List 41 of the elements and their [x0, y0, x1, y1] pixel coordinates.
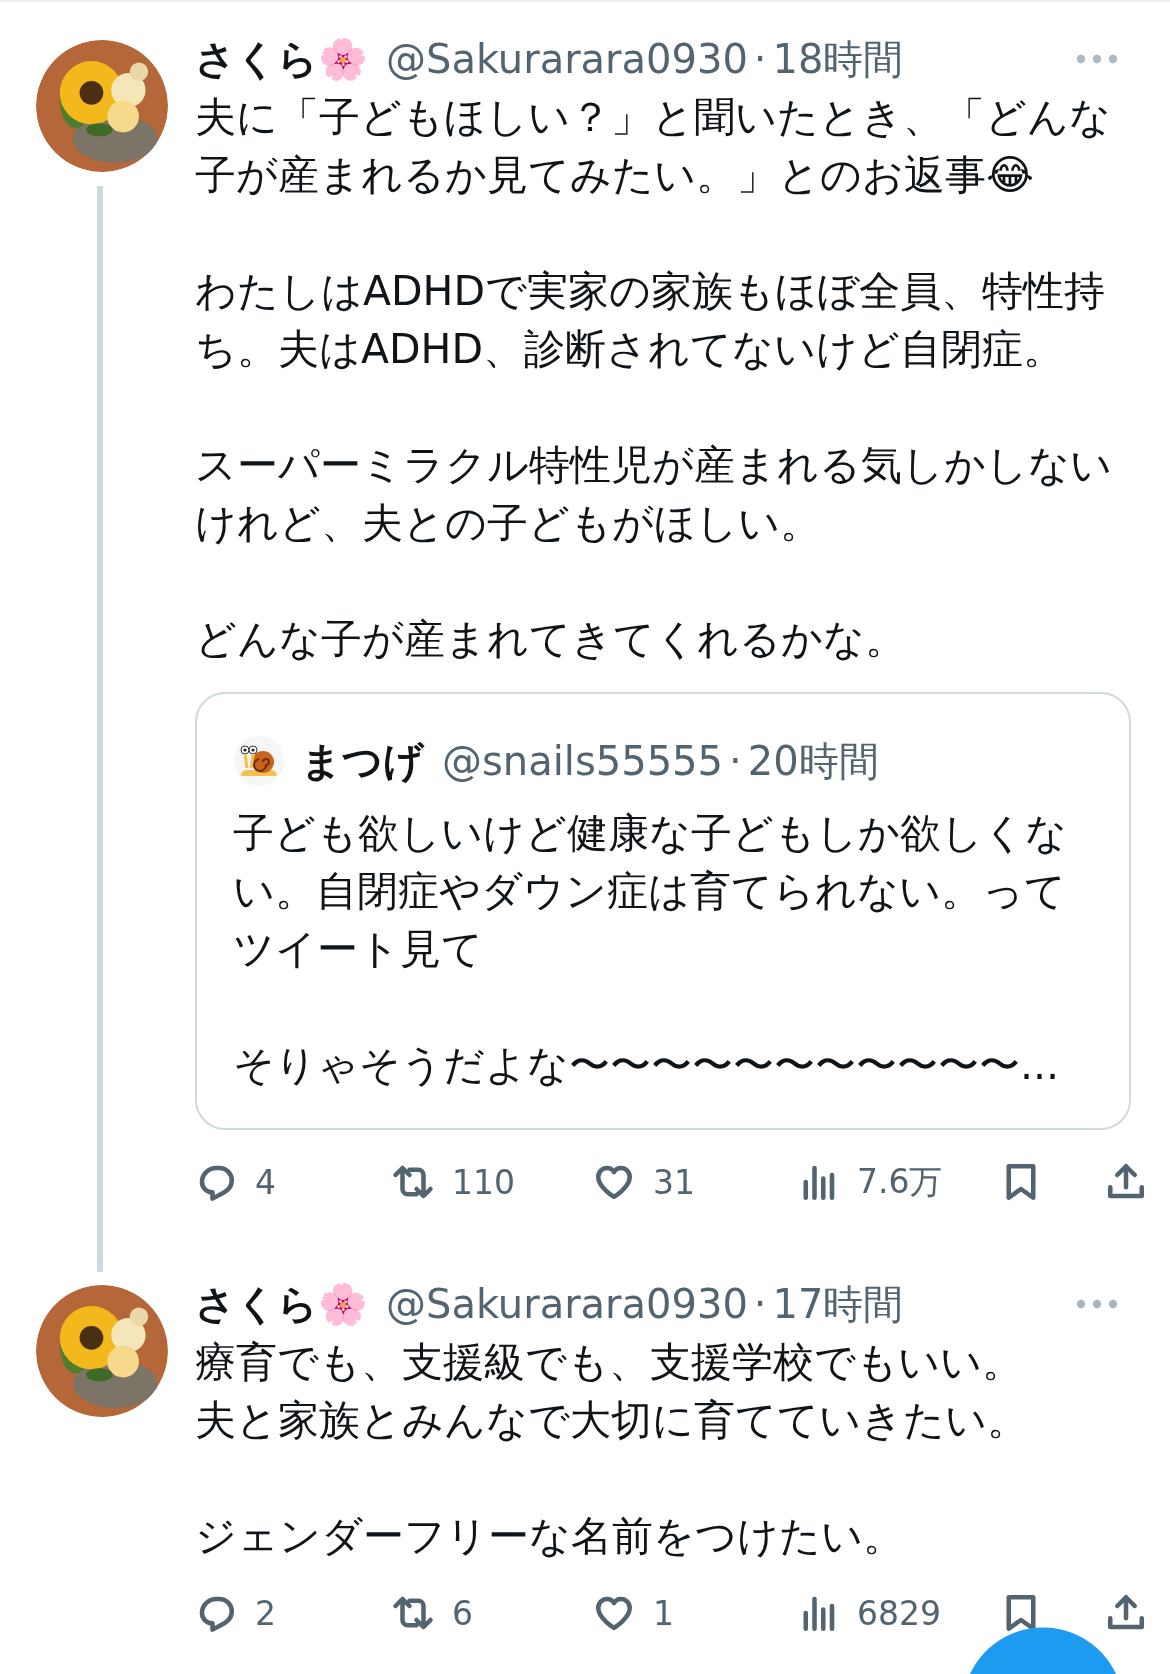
user-name[interactable]: さくら🌸 — [195, 1276, 368, 1332]
action-count: 7.6万 — [857, 1160, 943, 1203]
views-button[interactable]: 6829 — [797, 1592, 941, 1634]
action-count: 2 — [255, 1593, 276, 1633]
snail-icon — [233, 735, 285, 787]
like-button[interactable]: 1 — [593, 1592, 674, 1634]
like-button[interactable]: 31 — [593, 1161, 695, 1203]
action-count: 6829 — [857, 1593, 941, 1633]
tweet-text: そりゃそうだよな〜〜〜〜〜〜〜〜〜〜〜... — [233, 1040, 1061, 1091]
views-button[interactable]: 7.6万 — [797, 1159, 943, 1205]
more-icon — [1076, 1299, 1118, 1309]
action-count: 31 — [653, 1162, 695, 1202]
action-count: 4 — [255, 1162, 276, 1202]
timestamp[interactable]: 17時間 — [772, 1276, 904, 1332]
action-count: 110 — [452, 1162, 515, 1202]
user-handle[interactable]: @Sakurarara0930 — [386, 1281, 748, 1327]
tweet-text: 夫に「子どもほしい？」と聞いたとき、「どんな子が産まれるか見てみたい。」とのお返事😂 — [195, 92, 1112, 201]
separator-dot: · — [753, 36, 767, 82]
retweet-button[interactable]: 6 — [392, 1592, 473, 1634]
user-handle[interactable]: @snails55555 — [442, 738, 723, 784]
tweet-text: 夫と家族とみんなで大切に育てていきたい。 — [195, 1395, 1029, 1446]
retweet-button[interactable]: 110 — [392, 1161, 515, 1203]
quoted-tweet-card[interactable]: まつげ @snails55555·20時間 子ども欲しいけど健康な子どもしか欲しくない。自閉症やダウン症は育てられない。ってツイート見て そりゃそうだよな〜〜〜〜〜〜〜〜〜〜〜... — [195, 692, 1131, 1130]
more-icon — [1076, 54, 1118, 64]
action-count: 6 — [452, 1593, 473, 1633]
reply-button[interactable]: 2 — [195, 1592, 276, 1634]
tweet-text: スーパーミラクル特性児が産まれる気しかしないけれど、夫との子どもがほしい。 — [195, 440, 1113, 549]
timestamp[interactable]: 18時間 — [772, 31, 904, 87]
separator-dot: · — [729, 738, 742, 784]
separator-dot: · — [753, 1281, 767, 1327]
user-name[interactable]: さくら🌸 — [195, 31, 368, 87]
tweet-text: 療育でも、支援級でも、支援学校でもいい。 — [195, 1337, 1024, 1388]
tweet-text: わたしはADHDで実家の家族もほぼ全員、特性持ち。夫はADHD、診断されてないけど自閉症。 — [195, 266, 1107, 375]
user-handle[interactable]: @Sakurarara0930 — [386, 36, 748, 82]
tweet-text: どんな子が産まれてきてくれるかな。 — [195, 614, 907, 665]
action-count: 1 — [653, 1593, 674, 1633]
tweet-text: ジェンダーフリーな名前をつけたい。 — [195, 1511, 905, 1562]
reply-button[interactable]: 4 — [195, 1161, 276, 1203]
timestamp[interactable]: 20時間 — [747, 733, 879, 789]
user-name[interactable]: まつげ — [301, 733, 424, 789]
tweet-text: 子ども欲しいけど健康な子どもしか欲しくない。自閉症やダウン症は育てられない。ってツイート見て — [233, 808, 1068, 975]
